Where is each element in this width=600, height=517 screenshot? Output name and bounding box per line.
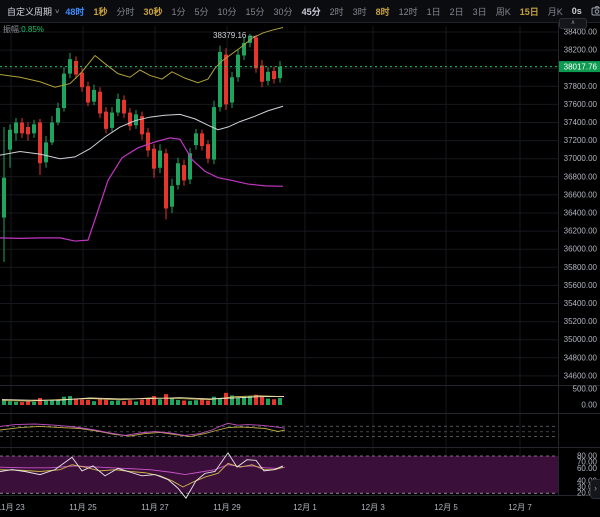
toolbar: 自定义周期 ∨ 48时 1秒分时 30秒 1分 5分 10分 15分 30分 45分 2时 3时 8时… bbox=[0, 0, 600, 23]
svg-text:36600.00: 36600.00 bbox=[564, 190, 598, 199]
chevron-down-icon: ∨ bbox=[54, 8, 60, 15]
period-item-30秒[interactable]: 30秒 bbox=[143, 5, 162, 18]
amplitude-indicator: 振幅:0.85% bbox=[3, 24, 44, 35]
svg-text:11月 23: 11月 23 bbox=[0, 503, 25, 512]
camera-icon[interactable] bbox=[591, 5, 600, 18]
svg-text:0.00: 0.00 bbox=[581, 401, 597, 410]
period-item-1分[interactable]: 1分 bbox=[171, 5, 185, 18]
svg-text:36200.00: 36200.00 bbox=[564, 227, 598, 236]
trading-chart-window: 38400.0038200.0038000.0037800.0037600.00… bbox=[0, 0, 600, 517]
period-items: 48时 1秒分时 30秒 1分 5分 10分 15分 30分 45分 2时 3时 8时 12时 1日 2日 3… bbox=[65, 5, 590, 18]
period-item-2时[interactable]: 2时 bbox=[330, 5, 344, 18]
period-item-30分[interactable]: 30分 bbox=[274, 5, 293, 18]
svg-text:38017.76: 38017.76 bbox=[564, 63, 598, 72]
period-dropdown-label: 自定义周期 bbox=[7, 5, 52, 18]
last-price-tag: 38017.76 bbox=[559, 61, 600, 72]
high-price-annotation: 38379.16 → bbox=[213, 31, 257, 40]
svg-text:35600.00: 35600.00 bbox=[564, 281, 598, 290]
period-item-10分[interactable]: 10分 bbox=[218, 5, 237, 18]
svg-text:37800.00: 37800.00 bbox=[564, 82, 598, 91]
period-item-1秒[interactable]: 1秒 bbox=[93, 5, 107, 18]
period-item-0s[interactable]: 0s bbox=[572, 6, 582, 16]
boll-lower-line bbox=[0, 138, 283, 241]
time-axis: 11月 23 11月 25 11月 27 11月 29 12月 1 12月 3 12月 5 1… bbox=[0, 503, 532, 512]
svg-text:35800.00: 35800.00 bbox=[564, 263, 598, 272]
svg-text:36400.00: 36400.00 bbox=[564, 209, 598, 218]
volume-axis: 500.00 0.00 bbox=[573, 385, 598, 410]
period-item-8时[interactable]: 8时 bbox=[376, 5, 390, 18]
svg-text:12月 7: 12月 7 bbox=[508, 503, 532, 512]
svg-text:37000.00: 37000.00 bbox=[564, 154, 598, 163]
wr-panel bbox=[0, 423, 558, 436]
svg-text:12月 1: 12月 1 bbox=[293, 503, 317, 512]
period-item-1日[interactable]: 1日 bbox=[427, 5, 441, 18]
period-item-12时[interactable]: 12时 bbox=[399, 5, 418, 18]
period-item-45分[interactable]: 45分 bbox=[302, 5, 321, 18]
svg-text:12月 3: 12月 3 bbox=[361, 503, 385, 512]
period-item-分时[interactable]: 分时 bbox=[116, 5, 134, 18]
kdj-band bbox=[0, 456, 558, 493]
period-item-15日[interactable]: 15日 bbox=[520, 5, 539, 18]
svg-text:60.00: 60.00 bbox=[577, 464, 598, 473]
period-item-15分[interactable]: 15分 bbox=[246, 5, 265, 18]
period-item-5分[interactable]: 5分 bbox=[195, 5, 209, 18]
svg-text:36000.00: 36000.00 bbox=[564, 245, 598, 254]
amplitude-value: 0.85% bbox=[21, 25, 44, 34]
chart-canvas[interactable]: 38400.0038200.0038000.0037800.0037600.00… bbox=[0, 0, 600, 517]
svg-text:36800.00: 36800.00 bbox=[564, 172, 598, 181]
svg-text:34800.00: 34800.00 bbox=[564, 353, 598, 362]
svg-text:500.00: 500.00 bbox=[573, 385, 598, 394]
svg-text:37400.00: 37400.00 bbox=[564, 118, 598, 127]
collapse-toolbar-button[interactable]: ∧ bbox=[559, 18, 587, 29]
amplitude-label: 振幅: bbox=[3, 25, 21, 34]
price-axis: 38400.0038200.0038000.0037800.0037600.00… bbox=[564, 28, 598, 381]
period-item-月K[interactable]: 月K bbox=[548, 5, 563, 18]
svg-text:11月 25: 11月 25 bbox=[69, 503, 97, 512]
svg-text:11月 27: 11月 27 bbox=[141, 503, 169, 512]
period-item-3日[interactable]: 3日 bbox=[473, 5, 487, 18]
svg-text:34600.00: 34600.00 bbox=[564, 371, 598, 380]
svg-text:37200.00: 37200.00 bbox=[564, 136, 598, 145]
period-dropdown[interactable]: 自定义周期 ∨ bbox=[0, 5, 65, 18]
svg-text:38200.00: 38200.00 bbox=[564, 46, 598, 55]
svg-text:35000.00: 35000.00 bbox=[564, 335, 598, 344]
svg-text:35400.00: 35400.00 bbox=[564, 299, 598, 308]
period-item-周K[interactable]: 周K bbox=[496, 5, 511, 18]
period-item-2日[interactable]: 2日 bbox=[450, 5, 464, 18]
period-item-3时[interactable]: 3时 bbox=[353, 5, 367, 18]
svg-text:11月 29: 11月 29 bbox=[213, 503, 241, 512]
svg-text:37600.00: 37600.00 bbox=[564, 100, 598, 109]
expand-panel-tab[interactable]: › bbox=[590, 479, 600, 499]
svg-text:35200.00: 35200.00 bbox=[564, 317, 598, 326]
svg-text:12月 5: 12月 5 bbox=[434, 503, 458, 512]
period-item-48时[interactable]: 48时 bbox=[65, 5, 84, 18]
